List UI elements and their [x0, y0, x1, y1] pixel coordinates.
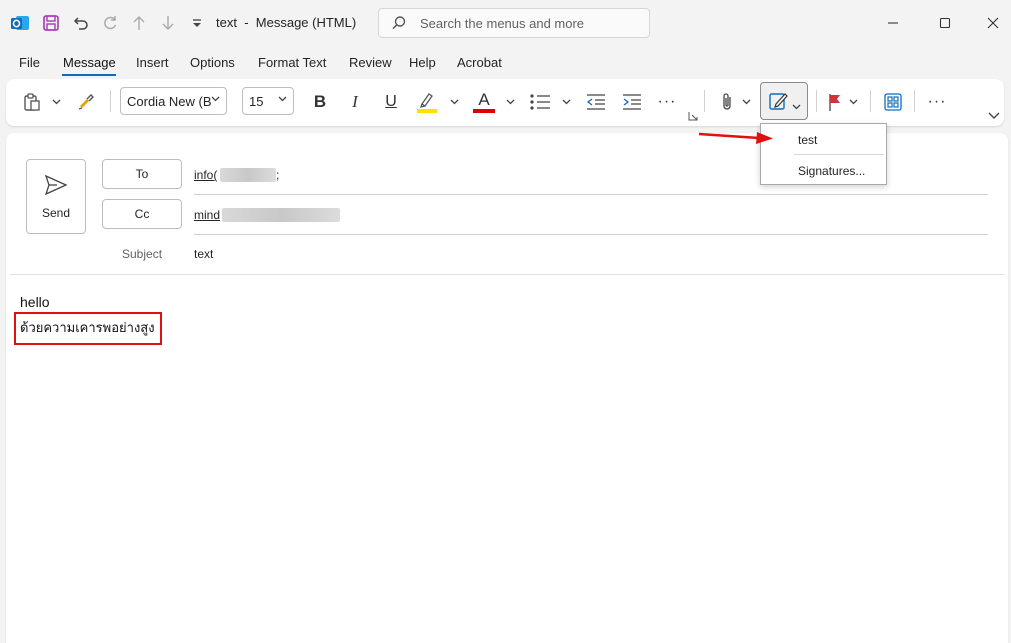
redacted-email — [220, 168, 276, 182]
save-icon[interactable] — [40, 12, 62, 34]
decrease-indent-icon[interactable] — [583, 88, 609, 116]
annotation-arrow-icon — [698, 132, 773, 144]
cc-button[interactable]: Cc — [102, 199, 182, 229]
font-size-select[interactable]: 15 — [242, 87, 294, 115]
menu-item-signature-test[interactable]: test — [798, 133, 817, 147]
follow-up-flag-icon[interactable] — [826, 88, 844, 116]
format-painter-icon[interactable] — [74, 88, 98, 116]
tab-acrobat[interactable]: Acrobat — [455, 55, 504, 70]
ribbon-expand-chevron-icon[interactable] — [988, 108, 1000, 123]
to-separator: ; — [276, 168, 280, 182]
active-tab-indicator — [62, 74, 116, 76]
minimize-button[interactable] — [880, 10, 906, 36]
window-title: text - Message (HTML) — [216, 15, 357, 30]
to-underline — [194, 194, 988, 195]
italic-button[interactable]: I — [343, 88, 367, 116]
arrow-down-icon[interactable] — [157, 12, 179, 34]
redo-icon[interactable] — [99, 12, 121, 34]
font-color-glyph: A — [478, 90, 490, 109]
signature-button[interactable] — [760, 82, 808, 120]
send-icon — [44, 174, 68, 199]
cc-recipient: mind — [194, 208, 221, 222]
subject-label: Subject — [122, 247, 163, 261]
customize-qat-icon[interactable] — [186, 12, 208, 34]
annotation-highlight-box — [14, 312, 162, 345]
font-color-chevron-icon[interactable] — [504, 88, 516, 116]
ribbon-divider — [816, 90, 817, 112]
redacted-email — [222, 208, 340, 222]
increase-indent-icon[interactable] — [619, 88, 645, 116]
attach-chevron-icon[interactable] — [740, 88, 752, 116]
flag-chevron-icon[interactable] — [847, 88, 859, 116]
header-body-divider — [10, 274, 1004, 275]
tab-insert[interactable]: Insert — [134, 55, 171, 70]
bullets-chevron-icon[interactable] — [560, 88, 572, 116]
search-menus-input[interactable]: Search the menus and more — [378, 8, 650, 38]
font-size-chevron-icon — [278, 94, 287, 104]
cc-field[interactable]: mind — [194, 208, 988, 232]
tab-file[interactable]: File — [17, 55, 42, 70]
font-name-value: Cordia New (B — [127, 93, 212, 109]
font-color-bar — [473, 109, 495, 113]
subject-input[interactable]: text — [194, 247, 213, 261]
signature-dropdown-menu: test Signatures... — [760, 123, 887, 185]
highlight-chevron-icon[interactable] — [448, 88, 460, 116]
menu-divider — [794, 154, 884, 155]
font-color-button[interactable]: A — [471, 88, 497, 116]
tab-format-text[interactable]: Format Text — [256, 55, 328, 70]
tab-message[interactable]: Message — [61, 55, 118, 70]
ribbon-divider — [870, 90, 871, 112]
tab-help[interactable]: Help — [407, 55, 438, 70]
bullets-icon[interactable] — [527, 88, 553, 116]
maximize-button[interactable] — [932, 10, 958, 36]
more-formatting-button[interactable]: ··· — [654, 88, 680, 116]
ribbon-divider — [914, 90, 915, 112]
attach-file-icon[interactable] — [716, 88, 738, 116]
more-commands-button[interactable]: ··· — [924, 88, 950, 116]
to-recipient: info( — [194, 168, 218, 182]
menu-item-signatures[interactable]: Signatures... — [798, 164, 865, 178]
ribbon-divider — [704, 90, 705, 112]
paste-options-chevron-icon[interactable] — [50, 88, 62, 116]
font-name-chevron-icon — [211, 94, 220, 104]
dialog-launcher-icon[interactable] — [688, 109, 698, 124]
undo-icon[interactable] — [70, 12, 92, 34]
send-label: Send — [41, 206, 71, 220]
cc-underline — [194, 234, 988, 235]
close-button[interactable] — [980, 10, 1006, 36]
tab-options[interactable]: Options — [188, 55, 237, 70]
body-line-hello: hello — [20, 294, 50, 310]
search-placeholder: Search the menus and more — [420, 16, 585, 31]
to-button[interactable]: To — [102, 159, 182, 189]
signature-chevron-icon — [792, 98, 801, 113]
tab-review[interactable]: Review — [347, 55, 394, 70]
arrow-up-icon[interactable] — [128, 12, 150, 34]
outlook-logo-icon — [9, 12, 31, 34]
signature-icon — [768, 90, 790, 115]
paste-icon[interactable] — [20, 88, 44, 116]
highlight-icon[interactable] — [414, 88, 440, 116]
font-name-select[interactable]: Cordia New (B — [120, 87, 227, 115]
bold-button[interactable]: B — [308, 88, 332, 116]
search-icon — [391, 15, 407, 34]
font-size-value: 15 — [249, 93, 264, 109]
underline-button[interactable]: U — [379, 88, 403, 116]
apps-grid-icon[interactable] — [881, 88, 905, 116]
send-button[interactable]: Send — [26, 159, 86, 234]
ribbon-divider — [110, 90, 111, 112]
